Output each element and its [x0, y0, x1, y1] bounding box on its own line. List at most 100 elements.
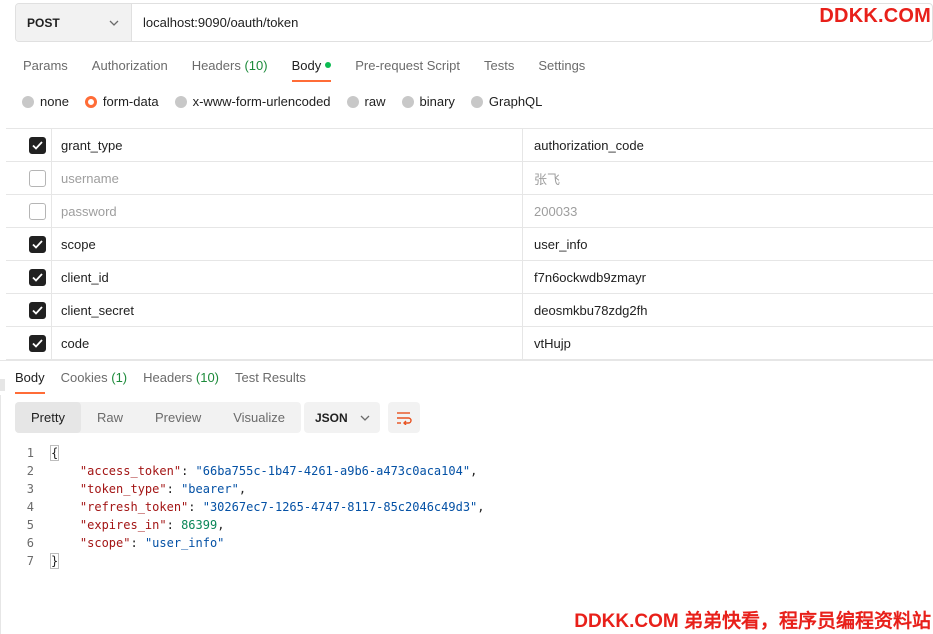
radio-label: form-data [102, 94, 159, 109]
radio-binary[interactable]: binary [401, 94, 455, 109]
radio-circle-icon [470, 95, 483, 108]
wrap-lines-button[interactable] [388, 402, 420, 433]
tab-label: Body [291, 58, 322, 73]
row-checkbox[interactable] [29, 202, 46, 220]
tab-body[interactable]: Body [291, 58, 332, 82]
tab-label: Headers [143, 370, 193, 385]
radio-circle-icon [174, 95, 187, 108]
param-key[interactable]: scope [52, 228, 523, 260]
tab-tests[interactable]: Tests [484, 58, 514, 82]
tab-label: Headers [191, 58, 241, 73]
param-value[interactable]: 张飞 [523, 162, 933, 194]
code-text: } [49, 553, 60, 569]
view-mode-group: Pretty Raw Preview Visualize [15, 402, 302, 433]
tab-label: Body [15, 370, 45, 385]
param-value[interactable]: vtHujp [523, 327, 933, 359]
table-row: grant_type authorization_code [6, 129, 933, 162]
radio-circle-icon [346, 95, 359, 108]
json-value: 86399 [181, 518, 218, 532]
view-pretty-button[interactable]: Pretty [15, 402, 81, 433]
view-preview-button[interactable]: Preview [139, 402, 217, 433]
line-number: 1 [26, 446, 34, 460]
param-key[interactable]: password [52, 195, 523, 227]
method-select[interactable]: POST [16, 4, 132, 41]
table-row: client_secret deosmkbu78zdg2fh [6, 294, 933, 327]
sidebar-border [0, 395, 1, 634]
row-checkbox[interactable] [29, 235, 46, 253]
code-line: 6 "scope": "user_info" [15, 534, 485, 552]
row-checkbox-cell [6, 195, 52, 227]
json-comma: , [217, 518, 225, 532]
watermark-banner: DDKK.COM 弟弟快看，程序员编程资料站 [574, 611, 931, 632]
table-row: scope user_info [6, 228, 933, 261]
param-value[interactable]: user_info [523, 228, 933, 260]
row-checkbox[interactable] [29, 136, 46, 154]
radio-none[interactable]: none [22, 94, 69, 109]
tab-label: Tests [483, 58, 515, 73]
radio-graphql[interactable]: GraphQL [470, 94, 542, 109]
row-checkbox-cell [6, 327, 52, 359]
param-key[interactable]: username [52, 162, 523, 194]
radio-x-www-form-urlencoded[interactable]: x-www-form-urlencoded [174, 94, 331, 109]
param-key[interactable]: grant_type [52, 129, 523, 161]
param-value[interactable]: f7n6ockwdb9zmayr [523, 261, 933, 293]
param-key[interactable]: client_secret [52, 294, 523, 326]
format-select[interactable]: JSON [304, 402, 380, 433]
check-icon [32, 272, 43, 282]
json-value: "30267ec7-1265-4747-8117-85c2046c49d3" [202, 500, 478, 514]
row-checkbox[interactable] [29, 169, 46, 187]
param-value[interactable]: deosmkbu78zdg2fh [523, 294, 933, 326]
row-checkbox[interactable] [29, 334, 46, 352]
line-number: 2 [26, 464, 34, 478]
json-value: "user_info" [144, 536, 225, 550]
json-key: "access_token" [79, 464, 182, 478]
param-value[interactable]: authorization_code [523, 129, 933, 161]
code-line: 1{ [15, 444, 485, 462]
method-label: POST [27, 15, 60, 30]
tab-pre-request-script[interactable]: Pre-request Script [355, 58, 460, 82]
check-icon [32, 140, 43, 150]
json-value: "bearer" [181, 482, 239, 496]
tab-label: Cookies [60, 370, 108, 385]
table-row: username 张飞 [6, 162, 933, 195]
param-key[interactable]: code [52, 327, 523, 359]
tab-authorization[interactable]: Authorization [92, 58, 168, 82]
table-row: password 200033 [6, 195, 933, 228]
url-input[interactable]: localhost:9090/oauth/token [132, 4, 932, 41]
radio-raw[interactable]: raw [346, 94, 386, 109]
param-key[interactable]: client_id [52, 261, 523, 293]
response-tab-body[interactable]: Body [15, 370, 45, 394]
json-key: "token_type" [79, 482, 167, 496]
param-value[interactable]: 200033 [523, 195, 933, 227]
radio-label: x-www-form-urlencoded [192, 94, 331, 109]
row-checkbox[interactable] [29, 268, 46, 286]
radio-circle-icon [22, 95, 34, 108]
json-brace: { [49, 445, 60, 461]
row-checkbox-cell [6, 162, 52, 194]
row-checkbox[interactable] [29, 301, 46, 319]
tab-settings[interactable]: Settings [538, 58, 585, 82]
line-number: 4 [26, 500, 34, 514]
line-number: 3 [26, 482, 34, 496]
view-visualize-button[interactable]: Visualize [217, 402, 301, 433]
view-raw-button[interactable]: Raw [81, 402, 139, 433]
tab-label: Pre-request Script [355, 58, 460, 73]
json-comma: , [470, 464, 478, 478]
radio-form-data[interactable]: form-data [84, 94, 159, 109]
request-tabs: Params Authorization Headers (10) Body Pre-r… [23, 58, 609, 82]
code-line: 5 "expires_in": 86399, [15, 516, 485, 534]
response-tab-cookies[interactable]: Cookies (1) [61, 370, 127, 394]
response-body-viewer[interactable]: 1{2 "access_token": "66ba755c-1b47-4261-… [15, 444, 485, 570]
json-key: "refresh_token" [79, 500, 189, 514]
response-tab-test-results[interactable]: Test Results [235, 370, 306, 394]
tab-headers[interactable]: Headers (10) [192, 58, 268, 82]
response-tab-headers[interactable]: Headers (10) [143, 370, 219, 394]
tab-count: (10) [195, 370, 220, 385]
code-line: 2 "access_token": "66ba755c-1b47-4261-a9… [15, 462, 485, 480]
sidebar-edge [0, 379, 5, 391]
radio-label: binary [419, 94, 455, 109]
watermark-logo: DDKK.COM [819, 5, 931, 27]
code-text: "token_type": "bearer", [79, 482, 247, 496]
pane-divider[interactable] [0, 360, 933, 361]
tab-params[interactable]: Params [23, 58, 68, 82]
